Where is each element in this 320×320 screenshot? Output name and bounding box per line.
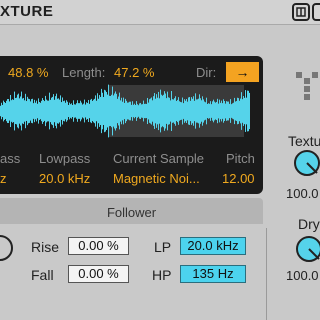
param-label-lowpass: Lowpass [39,151,91,166]
power-icon[interactable] [312,3,320,21]
fall-label: Fall [31,267,54,283]
hp-field[interactable]: 135 Hz [180,265,246,283]
follower-title: Follower [106,205,157,220]
device-title: XTURE [0,3,54,20]
direction-button[interactable]: → [226,62,259,82]
dry-label: Dry [298,216,320,232]
param-value-lowpass[interactable]: 20.0 kHz [39,171,90,186]
dry-knob[interactable] [294,234,320,264]
param-value-current-sample[interactable]: Magnetic Noi... [113,171,200,186]
rise-field[interactable]: 0.00 % [68,237,129,255]
position-value[interactable]: 48.8 % [8,65,48,80]
length-value[interactable]: 47.2 % [114,65,154,80]
waveform[interactable] [0,82,263,140]
logo-icon [296,72,318,100]
hp-label: HP [152,267,172,283]
param-value-pitch[interactable]: 12.00 [222,171,255,186]
texture-value: 100.0 [286,186,319,201]
dir-label: Dir: [196,65,217,80]
section-divider [266,228,267,320]
rise-label: Rise [31,239,60,255]
texture-label: Textu [288,133,320,149]
device-titlebar: XTURE [0,0,320,25]
param-value-highpass[interactable]: z [0,171,7,186]
length-label: Length: [62,65,106,80]
param-label-highpass: ass [0,151,21,166]
texture-knob[interactable] [292,148,320,178]
param-label-current-sample: Current Sample [113,151,205,166]
lp-label: LP [154,239,172,255]
fold-icon[interactable] [292,3,310,21]
param-label-pitch: Pitch [226,151,255,166]
fall-field[interactable]: 0.00 % [68,265,129,283]
dry-value: 100.0 [286,268,319,283]
lp-field[interactable]: 20.0 kHz [180,237,246,255]
envelope-knob[interactable] [0,234,14,262]
